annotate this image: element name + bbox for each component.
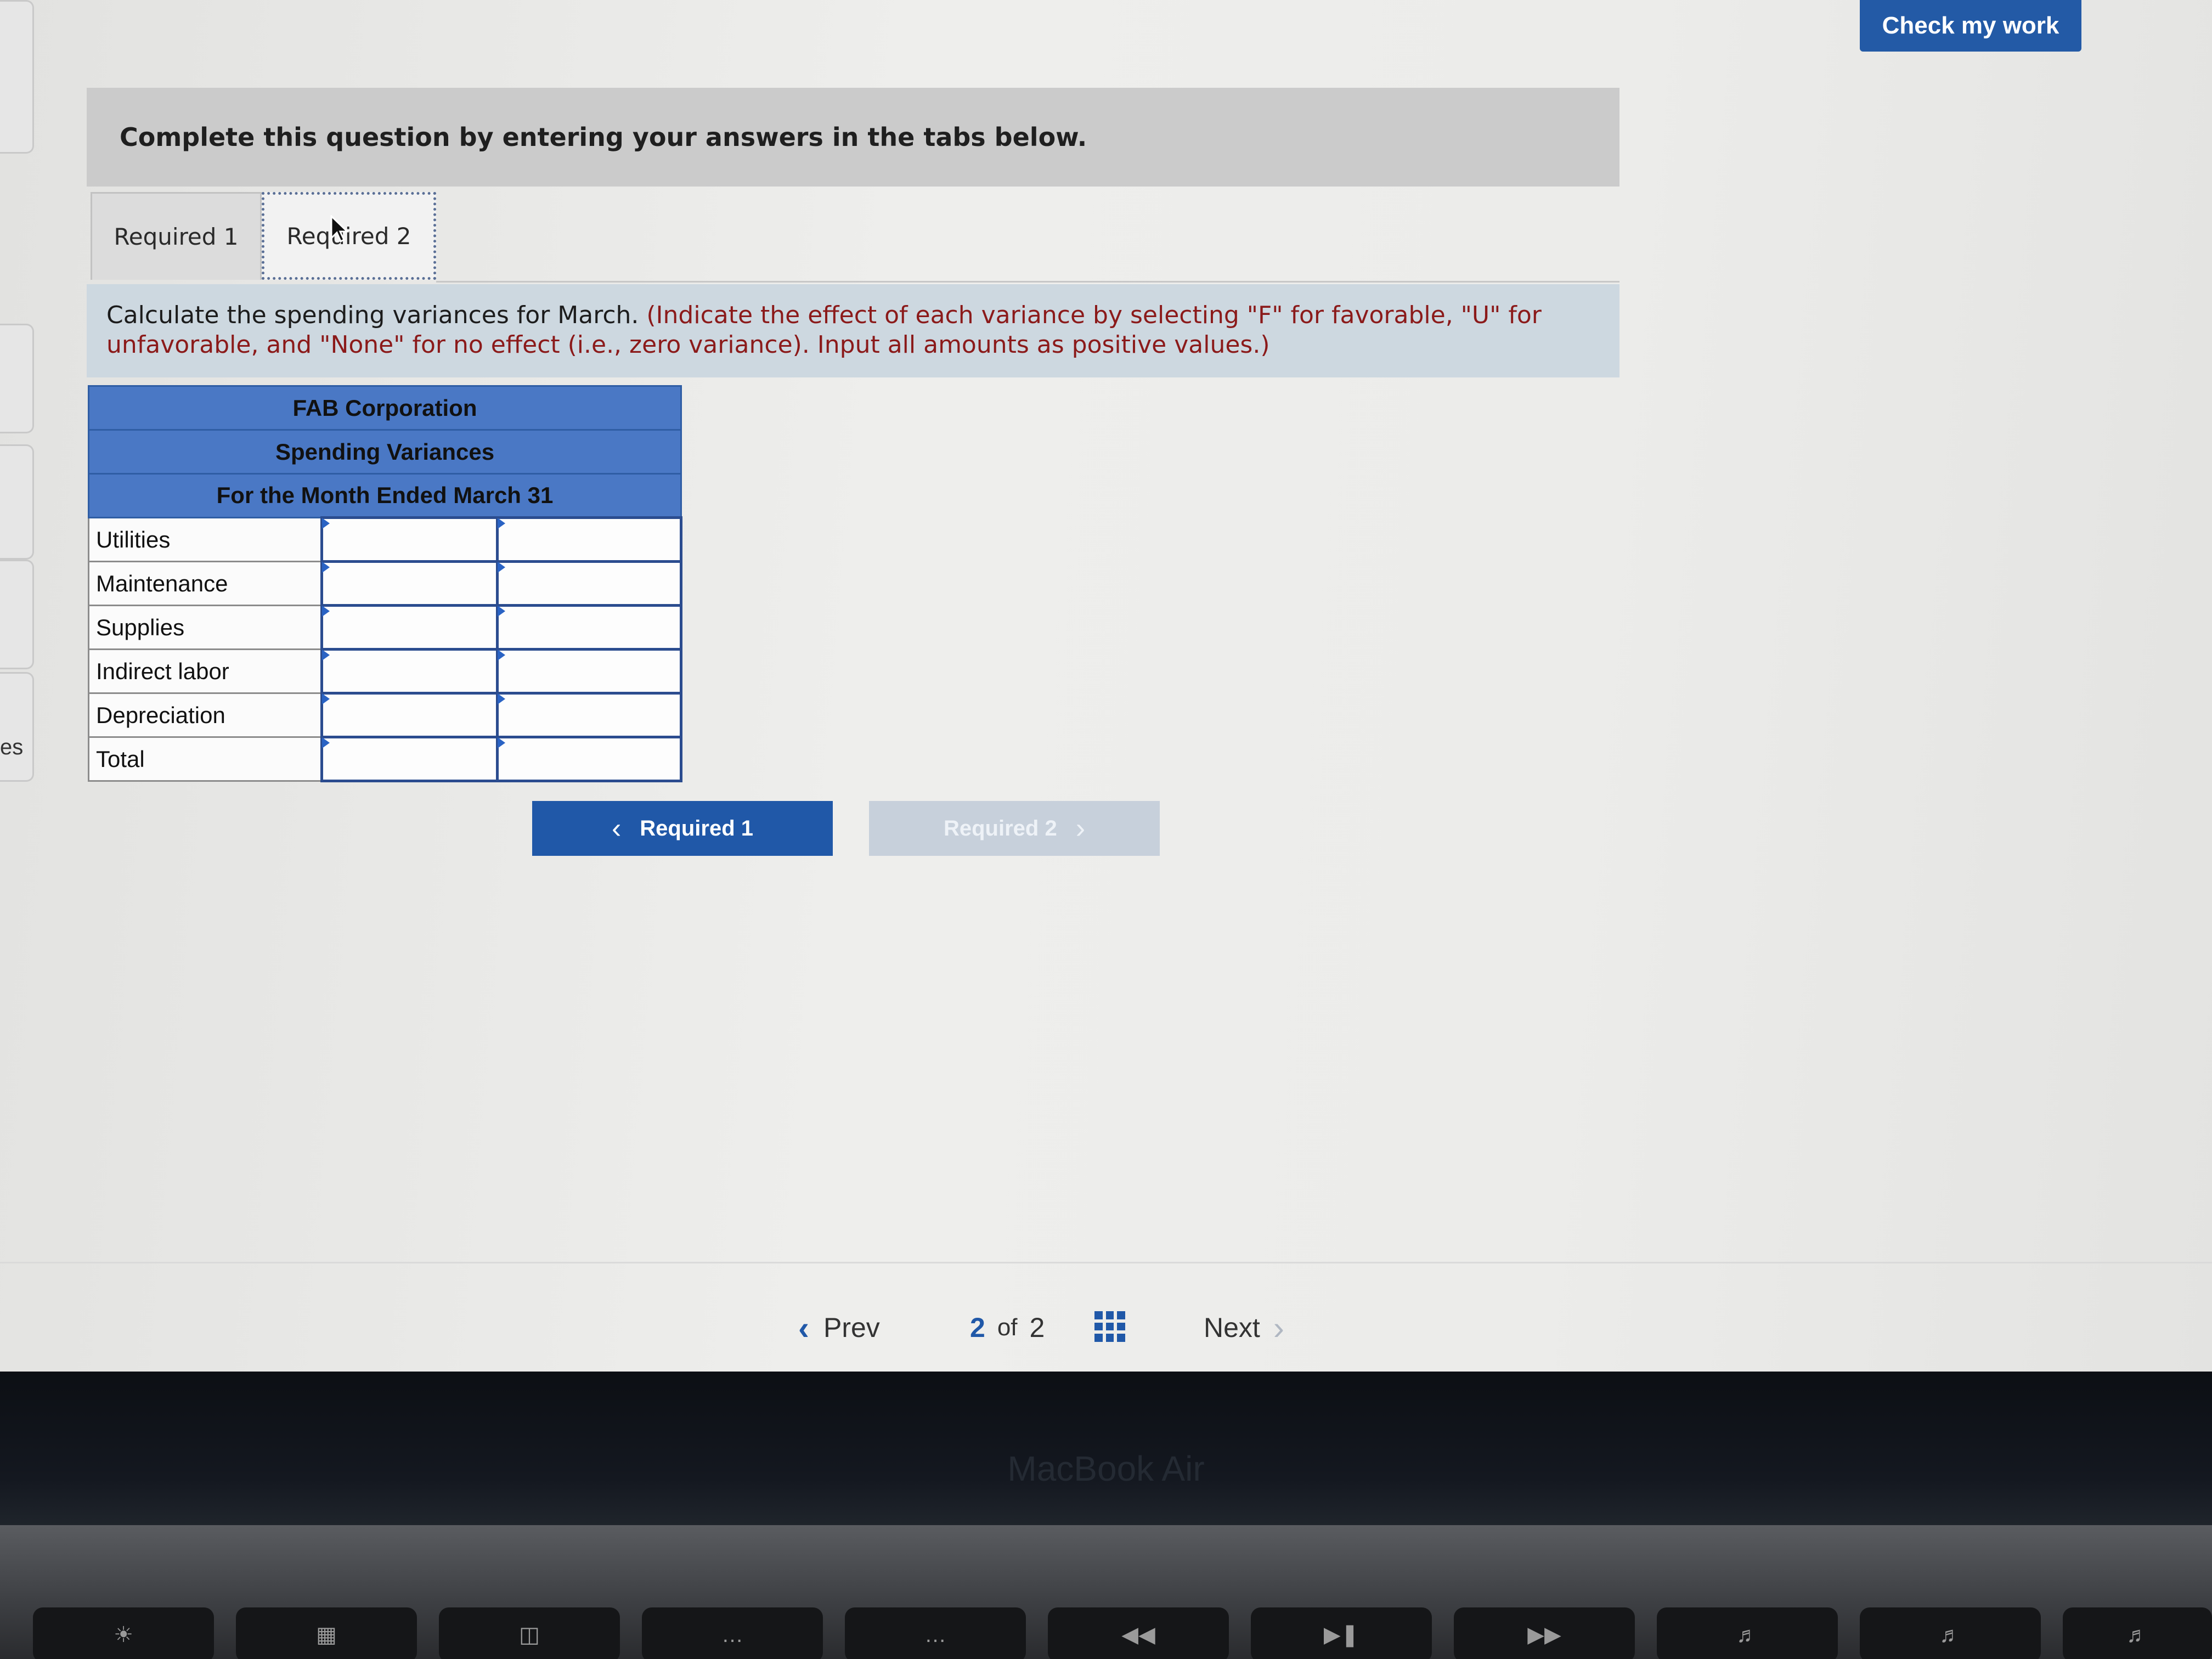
mission-control-key-icon: ▦ bbox=[236, 1607, 417, 1659]
next-required-button[interactable]: Required 2 › bbox=[869, 801, 1160, 856]
maintenance-amount-input[interactable] bbox=[320, 560, 499, 607]
launchpad-key-icon: ◫ bbox=[439, 1607, 620, 1659]
sidebar-panel-edge bbox=[0, 324, 34, 433]
sidebar-partial-text: es bbox=[0, 735, 24, 759]
pager-total: 2 bbox=[1029, 1312, 1045, 1343]
instruction-banner: Complete this question by entering your … bbox=[87, 88, 1620, 187]
total-amount-input[interactable] bbox=[320, 736, 499, 782]
prev-required-button[interactable]: ‹ Required 1 bbox=[532, 801, 833, 856]
utilities-effect-select[interactable] bbox=[495, 516, 683, 563]
row-label-total: Total bbox=[88, 736, 323, 782]
tab-required-2[interactable]: Required 2 bbox=[262, 192, 436, 280]
browser-viewport: es Check my work Complete this question … bbox=[0, 0, 2212, 1383]
rewind-key-icon: ◀◀ bbox=[1048, 1607, 1229, 1659]
brightness-key-icon: ☀ bbox=[33, 1607, 214, 1659]
check-my-work-button[interactable]: Check my work bbox=[1860, 0, 2081, 52]
tab-label: Required 1 bbox=[114, 223, 239, 250]
pager-count: 2 of 2 bbox=[970, 1300, 1045, 1355]
instruction-text: Complete this question by entering your … bbox=[120, 122, 1087, 152]
pager-next-button[interactable]: Next › bbox=[1204, 1300, 1284, 1355]
question-main: Calculate the spending variances for Mar… bbox=[106, 301, 639, 329]
table-row: Depreciation bbox=[88, 692, 683, 738]
indirect-labor-effect-select[interactable] bbox=[495, 648, 683, 695]
fast-forward-key-icon: ▶▶ bbox=[1454, 1607, 1635, 1659]
pager-of: of bbox=[997, 1314, 1018, 1341]
utilities-amount-input[interactable] bbox=[320, 516, 499, 563]
tab-required-1[interactable]: Required 1 bbox=[91, 192, 262, 280]
total-effect-select[interactable] bbox=[495, 736, 683, 782]
sidebar-panel-edge bbox=[0, 0, 34, 154]
supplies-effect-select[interactable] bbox=[495, 604, 683, 651]
row-label-supplies: Supplies bbox=[88, 605, 323, 650]
pager-prev-button[interactable]: ‹ Prev bbox=[798, 1300, 880, 1355]
volume-up-key-icon: ♬ bbox=[2063, 1607, 2212, 1659]
indirect-labor-amount-input[interactable] bbox=[320, 648, 499, 695]
row-label-utilities: Utilities bbox=[88, 517, 323, 562]
chevron-right-icon: › bbox=[1273, 1309, 1284, 1346]
question-prompt: Calculate the spending variances for Mar… bbox=[87, 284, 1620, 377]
table-row: Indirect labor bbox=[88, 648, 683, 695]
play-pause-key-icon: ▶❚ bbox=[1251, 1607, 1432, 1659]
row-label-maintenance: Maintenance bbox=[88, 561, 323, 606]
tab-divider bbox=[436, 281, 1620, 283]
spending-variances-table: FAB Corporation Spending Variances For t… bbox=[87, 385, 683, 782]
mouse-pointer-icon bbox=[330, 215, 349, 243]
prev-required-label: Required 1 bbox=[640, 816, 754, 840]
footer-divider bbox=[0, 1262, 2212, 1263]
depreciation-amount-input[interactable] bbox=[320, 692, 499, 738]
mute-key-icon: ♬ bbox=[1657, 1607, 1838, 1659]
sidebar-panel-edge bbox=[0, 672, 34, 782]
depreciation-effect-select[interactable] bbox=[495, 692, 683, 738]
sidebar-panel-edge bbox=[0, 444, 34, 560]
report-title: Spending Variances bbox=[87, 429, 682, 475]
pager-next-label: Next bbox=[1204, 1312, 1260, 1343]
keyboard-dim-key-icon: … bbox=[642, 1607, 823, 1659]
supplies-amount-input[interactable] bbox=[320, 604, 499, 651]
pager-current: 2 bbox=[970, 1312, 985, 1343]
maintenance-effect-select[interactable] bbox=[495, 560, 683, 607]
keyboard-bright-key-icon: … bbox=[845, 1607, 1026, 1659]
laptop-brand-text: MacBook Air bbox=[1007, 1449, 1205, 1488]
sidebar-panel-edge bbox=[0, 560, 34, 669]
row-label-indirect-labor: Indirect labor bbox=[88, 648, 323, 694]
chevron-right-icon: › bbox=[1075, 812, 1086, 844]
chevron-left-icon: ‹ bbox=[611, 812, 622, 844]
report-company: FAB Corporation bbox=[87, 385, 682, 431]
table-row: Utilities bbox=[88, 516, 683, 563]
table-row: Total bbox=[88, 736, 683, 782]
chevron-left-icon: ‹ bbox=[798, 1309, 809, 1346]
volume-down-key-icon: ♬ bbox=[1860, 1607, 2041, 1659]
table-row: Supplies bbox=[88, 604, 683, 651]
report-period: For the Month Ended March 31 bbox=[87, 473, 682, 518]
grid-view-icon[interactable] bbox=[1094, 1311, 1125, 1342]
row-label-depreciation: Depreciation bbox=[88, 692, 323, 738]
pager-prev-label: Prev bbox=[823, 1312, 880, 1343]
next-required-label: Required 2 bbox=[943, 816, 1057, 840]
table-row: Maintenance bbox=[88, 560, 683, 607]
